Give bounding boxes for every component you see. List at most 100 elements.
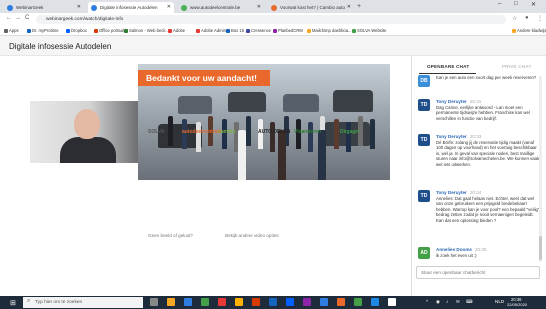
taskbar-app-icon[interactable] xyxy=(235,298,243,306)
avatar: TD xyxy=(418,99,430,111)
partner-logo: Dégage! xyxy=(340,129,360,135)
tray-lang[interactable]: NLD xyxy=(495,299,504,304)
partner-logo: autodeelcentrale xyxy=(182,129,222,135)
presenter-body xyxy=(60,137,116,163)
bookmark-item[interactable]: SOLVA Website xyxy=(352,27,386,35)
video-options-link[interactable]: Bekijk andere video opties xyxy=(225,233,279,238)
bookmark-item[interactable]: Salmon - Web beck... xyxy=(124,27,169,35)
taskbar-app-icon[interactable] xyxy=(252,298,260,306)
message-time: 20:33 xyxy=(469,134,482,139)
bookmark-label: Adobe xyxy=(173,28,186,33)
forward-button[interactable]: → xyxy=(15,15,21,21)
tab-public-chat[interactable]: OPENBARE CHAT xyxy=(427,64,469,69)
tray-date[interactable]: 22/05/2020 xyxy=(507,302,527,307)
person-figure xyxy=(308,122,313,152)
bookmark-item[interactable]: Apps xyxy=(4,27,19,35)
search-icon: ⌕ xyxy=(27,298,31,304)
bookmark-item[interactable]: Mailchimp dashboa... xyxy=(307,27,352,35)
presenter-webcam xyxy=(30,101,138,163)
tray-icon[interactable]: ◉ xyxy=(436,299,440,305)
bookmark-icon xyxy=(512,28,516,33)
bookmark-item[interactable]: Andere bladwijzers xyxy=(512,27,546,35)
tab-close-icon[interactable]: ✕ xyxy=(167,2,171,13)
bookmark-label: Andere bladwijzers xyxy=(517,28,546,33)
taskbar-app-icon[interactable] xyxy=(218,298,226,306)
browser-tab[interactable]: www.autodeelcentrale.be ✕ xyxy=(178,2,264,13)
bookmark-item[interactable]: Dropbox xyxy=(66,27,87,35)
bookmark-icon xyxy=(307,28,311,33)
bookmark-item[interactable]: Adobe Admin xyxy=(196,27,226,35)
new-tab-button[interactable]: + xyxy=(357,2,361,11)
taskbar-app-icon[interactable] xyxy=(150,298,158,306)
person-figure xyxy=(238,130,246,180)
person-figure xyxy=(246,116,251,146)
taskbar-app-icon[interactable] xyxy=(371,298,379,306)
bookmark-item[interactable]: Dr. myProtime xyxy=(27,27,59,35)
partner-logo: cambio xyxy=(218,129,236,135)
star-icon[interactable]: ☆ xyxy=(512,15,517,22)
scrollbar-thumb[interactable] xyxy=(539,236,542,260)
tab-private-chat[interactable]: PRIVÉ CHAT xyxy=(502,64,531,69)
tray-icon[interactable]: ♪ xyxy=(446,299,448,304)
person-figure xyxy=(168,116,173,146)
bookmark-item[interactable]: Office portaal xyxy=(94,27,124,35)
slide-banner: Bedankt voor uw aandacht! xyxy=(138,70,270,86)
person-figure xyxy=(278,130,286,180)
taskbar-app-icon[interactable] xyxy=(201,298,209,306)
message-author: Tony Deruyter 20:33 xyxy=(436,134,481,139)
no-audio-link[interactable]: Geen beeld of geluid? xyxy=(148,233,193,238)
avatar: TD xyxy=(418,190,430,202)
browser-tab[interactable]: WebinarGeek ✕ xyxy=(4,2,84,13)
bookmark-icon xyxy=(273,28,277,33)
bookmark-icon xyxy=(4,28,8,33)
tray-icon[interactable]: ✉ xyxy=(456,299,460,305)
bookmark-label: Mailchimp dashboa... xyxy=(312,28,352,33)
close-window-button[interactable]: ✕ xyxy=(531,1,536,8)
taskbar-app-icon[interactable] xyxy=(320,298,328,306)
tab-favicon-icon xyxy=(271,5,277,11)
windows-start-icon[interactable]: ⊞ xyxy=(10,299,16,307)
bookmark-label: Office portaal xyxy=(99,28,124,33)
car-shape xyxy=(333,90,373,112)
reload-button[interactable]: C xyxy=(25,15,29,21)
bookmark-label: Box 15 xyxy=(231,28,245,33)
profile-icon[interactable]: ● xyxy=(525,15,529,21)
presentation-slide: Bedankt voor uw aandacht! xyxy=(138,64,390,216)
bookmark-item[interactable]: PlanbedCRM xyxy=(273,27,303,35)
taskbar-app-icon[interactable] xyxy=(354,298,362,306)
taskbar-app-icon[interactable] xyxy=(269,298,277,306)
tray-icon[interactable]: ⌨ xyxy=(466,299,473,305)
partner-logo: SOLVA xyxy=(148,129,165,135)
bookmark-item[interactable]: Adobe xyxy=(168,27,185,35)
tab-close-icon[interactable]: ✕ xyxy=(347,2,351,13)
url-bar[interactable]: webinargeek.com/watch/digitale-info xyxy=(36,15,506,24)
taskbar-search[interactable]: Typ hier om te zoeken xyxy=(23,297,143,308)
tab-close-icon[interactable]: ✕ xyxy=(77,2,81,13)
bookmark-item[interactable]: Box 15 xyxy=(226,27,244,35)
chat-input[interactable] xyxy=(416,266,540,279)
taskbar-app-icon[interactable] xyxy=(388,298,396,306)
bookmark-label: Adobe Admin xyxy=(201,28,226,33)
taskbar-app-icon[interactable] xyxy=(337,298,345,306)
taskbar-app-icon[interactable] xyxy=(303,298,311,306)
car-shape xyxy=(178,96,212,114)
back-button[interactable]: ← xyxy=(6,15,12,21)
author-name: Tony Deruyter xyxy=(436,134,467,139)
maximize-button[interactable]: □ xyxy=(514,1,518,7)
taskbar-app-icon[interactable] xyxy=(184,298,192,306)
chat-message: TD Tony Deruyter 20:33 Dé Börfe: zolang j… xyxy=(418,134,539,186)
minimize-button[interactable]: – xyxy=(498,1,501,7)
message-text: Dag Carine, eerlijke antwoord - Lan moet… xyxy=(436,105,530,121)
chat-scrollbar[interactable] xyxy=(539,76,542,262)
message-author: Tony Deruyter 20:31 xyxy=(436,99,481,104)
browser-tab[interactable]: Digitale infosessie Autodelen ✕ xyxy=(88,2,174,13)
bookmark-label: Cressence xyxy=(251,28,272,33)
person-figure xyxy=(370,119,375,149)
taskbar-app-icon[interactable] xyxy=(167,298,175,306)
bookmark-item[interactable]: Cressence xyxy=(246,27,271,35)
tab-close-icon[interactable]: ✕ xyxy=(257,2,261,13)
browser-tab[interactable]: Voorwat kost het? | Cambio auto ✕ xyxy=(268,2,354,13)
tray-icon[interactable]: ^ xyxy=(426,299,428,304)
taskbar-app-icon[interactable] xyxy=(286,298,294,306)
menu-icon[interactable]: ⋮ xyxy=(537,15,543,22)
